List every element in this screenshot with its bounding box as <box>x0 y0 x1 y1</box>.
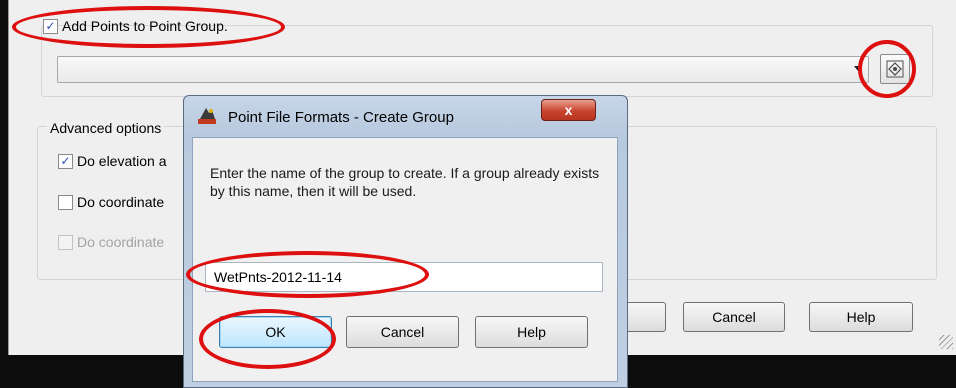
close-icon: x <box>564 102 573 118</box>
app-icon <box>198 108 216 124</box>
parent-cancel-button[interactable]: Cancel <box>683 302 785 332</box>
pick-point-group-button[interactable] <box>880 54 910 84</box>
dialog-title: Point File Formats - Create Group <box>228 109 454 126</box>
close-button[interactable]: x <box>541 99 596 121</box>
do-coordinate-checkbox-2[interactable] <box>58 235 73 250</box>
do-coordinate-checkbox-1[interactable] <box>58 195 73 210</box>
parent-help-button[interactable]: Help <box>809 302 913 332</box>
create-group-dialog: Point File Formats - Create Group x Ente… <box>183 95 628 388</box>
add-points-checkbox[interactable]: ✓ <box>43 19 58 34</box>
do-coordinate-label-1: Do coordinate <box>77 194 165 210</box>
resize-grip-icon[interactable] <box>939 335 953 349</box>
do-coordinate-label-2: Do coordinate <box>77 234 165 250</box>
pick-point-group-icon <box>886 60 904 78</box>
dialog-body: Enter the name of the group to create. I… <box>192 137 618 382</box>
chevron-down-icon <box>854 66 862 71</box>
advanced-options-label: Advanced options <box>47 120 165 136</box>
dialog-cancel-button[interactable]: Cancel <box>346 316 459 348</box>
dialog-help-button[interactable]: Help <box>475 316 588 348</box>
group-name-input[interactable]: WetPnts-2012-11-14 <box>205 262 603 292</box>
add-points-label: Add Points to Point Group. <box>62 18 228 34</box>
ok-button[interactable]: OK <box>219 316 332 348</box>
point-group-combo[interactable] <box>57 56 869 83</box>
dialog-message: Enter the name of the group to create. I… <box>210 165 600 199</box>
do-elevation-label: Do elevation a <box>77 153 167 169</box>
do-elevation-checkbox[interactable]: ✓ <box>58 154 73 169</box>
